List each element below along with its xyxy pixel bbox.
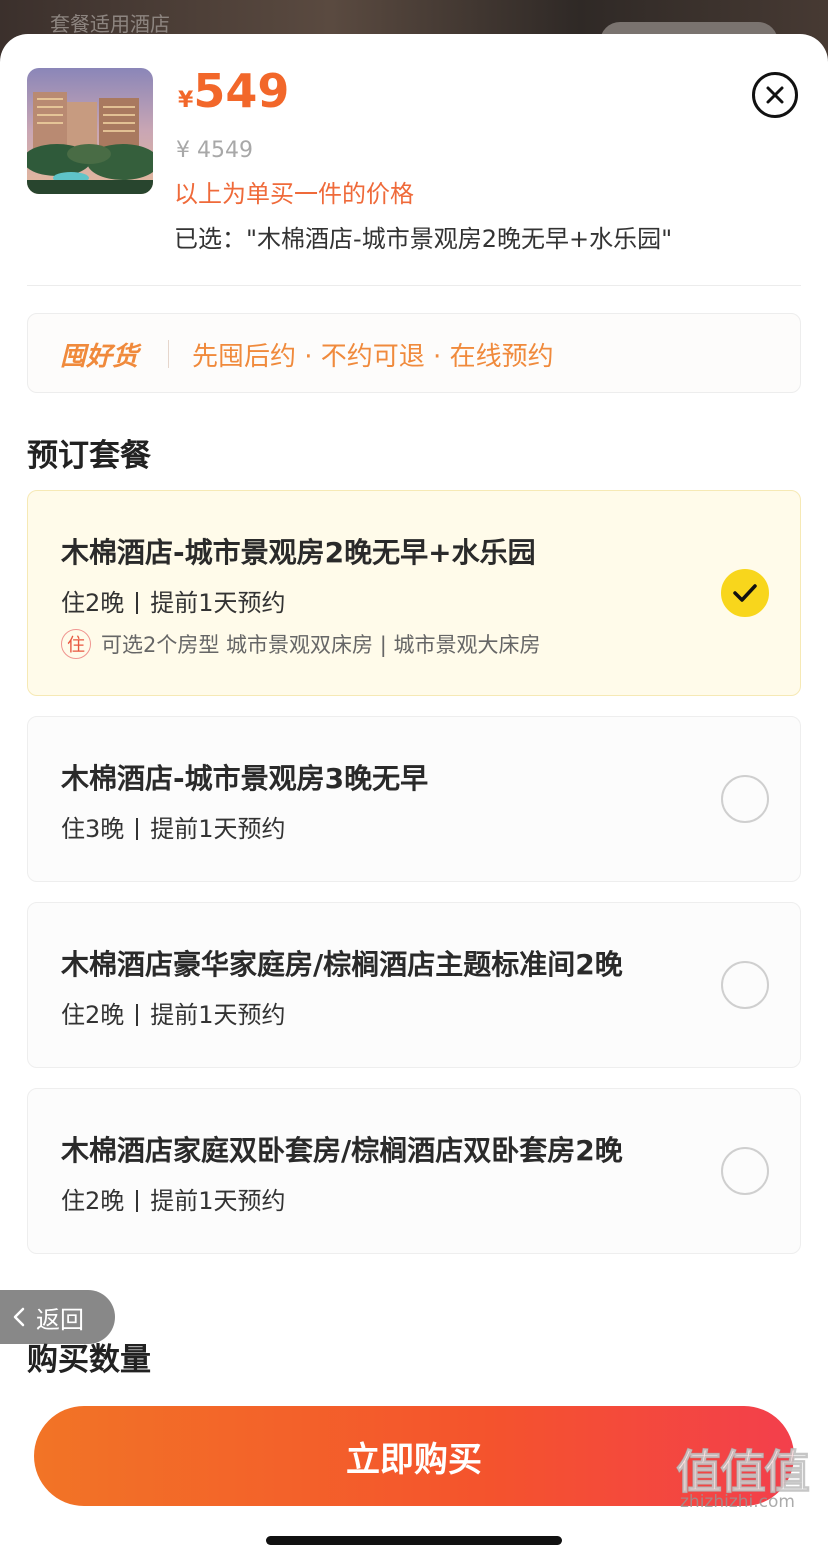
close-icon: [766, 86, 784, 104]
package-selector-sheet: ¥549 ¥ 4549 以上为单买一件的价格 已选："木棉酒店-城市景观房2晚无…: [0, 34, 828, 1560]
package-radio-selected[interactable]: [721, 569, 769, 617]
package-radio[interactable]: [721, 1147, 769, 1195]
promo-banner: 囤好货 先囤后约 · 不约可退 · 在线预约: [27, 313, 801, 393]
package-advance: 提前1天预约: [150, 1187, 286, 1215]
package-advance: 提前1天预约: [150, 589, 286, 617]
package-option-2[interactable]: 木棉酒店-城市景观房3晚无早 住3晚 提前1天预约: [27, 716, 801, 882]
current-price: ¥549: [178, 64, 289, 118]
package-nights: 住2晚: [61, 1187, 125, 1215]
package-title: 木棉酒店-城市景观房3晚无早: [61, 762, 429, 795]
promo-logo: 囤好货: [60, 342, 139, 372]
hotel-thumbnail: [27, 68, 153, 194]
promo-text: 先囤后约 · 不约可退 · 在线预约: [192, 342, 554, 372]
package-title: 木棉酒店家庭双卧套房/棕榈酒店双卧套房2晚: [61, 1134, 623, 1167]
package-advance: 提前1天预约: [150, 1001, 286, 1029]
original-price: ¥ 4549: [176, 138, 253, 163]
promo-separator: [168, 340, 169, 368]
room-options: 可选2个房型 城市景观双床房 | 城市景观大床房: [101, 633, 541, 657]
package-radio[interactable]: [721, 775, 769, 823]
back-label: 返回: [36, 1305, 84, 1334]
selected-summary: 已选："木棉酒店-城市景观房2晚无早+水乐园": [174, 225, 673, 253]
packages-title: 预订套餐: [27, 438, 151, 474]
package-option-3[interactable]: 木棉酒店豪华家庭房/棕榈酒店主题标准间2晚 住2晚 提前1天预约: [27, 902, 801, 1068]
back-button[interactable]: 返回: [0, 1290, 115, 1344]
chevron-left-icon: [13, 1307, 25, 1327]
home-indicator: [266, 1536, 562, 1545]
package-meta: 住3晚 提前1天预约: [61, 809, 286, 844]
package-title: 木棉酒店-城市景观房2晚无早+水乐园: [61, 536, 536, 569]
watermark-url: zhizhizhi.com: [680, 1492, 795, 1512]
package-nights: 住2晚: [61, 589, 125, 617]
package-option-4[interactable]: 木棉酒店家庭双卧套房/棕榈酒店双卧套房2晚 住2晚 提前1天预约: [27, 1088, 801, 1254]
room-tag: 住: [61, 629, 91, 659]
package-meta: 住2晚 提前1天预约: [61, 995, 286, 1030]
package-title: 木棉酒店豪华家庭房/棕榈酒店主题标准间2晚: [61, 948, 623, 981]
package-radio[interactable]: [721, 961, 769, 1009]
package-nights: 住3晚: [61, 815, 125, 843]
package-nights: 住2晚: [61, 1001, 125, 1029]
price-note: 以上为单买一件的价格: [174, 180, 414, 208]
close-button[interactable]: [752, 72, 798, 118]
currency-symbol: ¥: [178, 88, 194, 113]
header-divider: [27, 285, 801, 286]
package-meta: 住2晚 提前1天预约: [61, 583, 286, 618]
package-room-info: 住 可选2个房型 城市景观双床房 | 城市景观大床房: [61, 629, 540, 659]
background-label: 套餐适用酒店: [50, 12, 170, 36]
package-meta: 住2晚 提前1天预约: [61, 1181, 286, 1216]
package-advance: 提前1天预约: [150, 815, 286, 843]
check-icon: [733, 584, 757, 602]
package-option-1[interactable]: 木棉酒店-城市景观房2晚无早+水乐园 住2晚 提前1天预约 住 可选2个房型 城市…: [27, 490, 801, 696]
price-value: 549: [193, 64, 290, 118]
